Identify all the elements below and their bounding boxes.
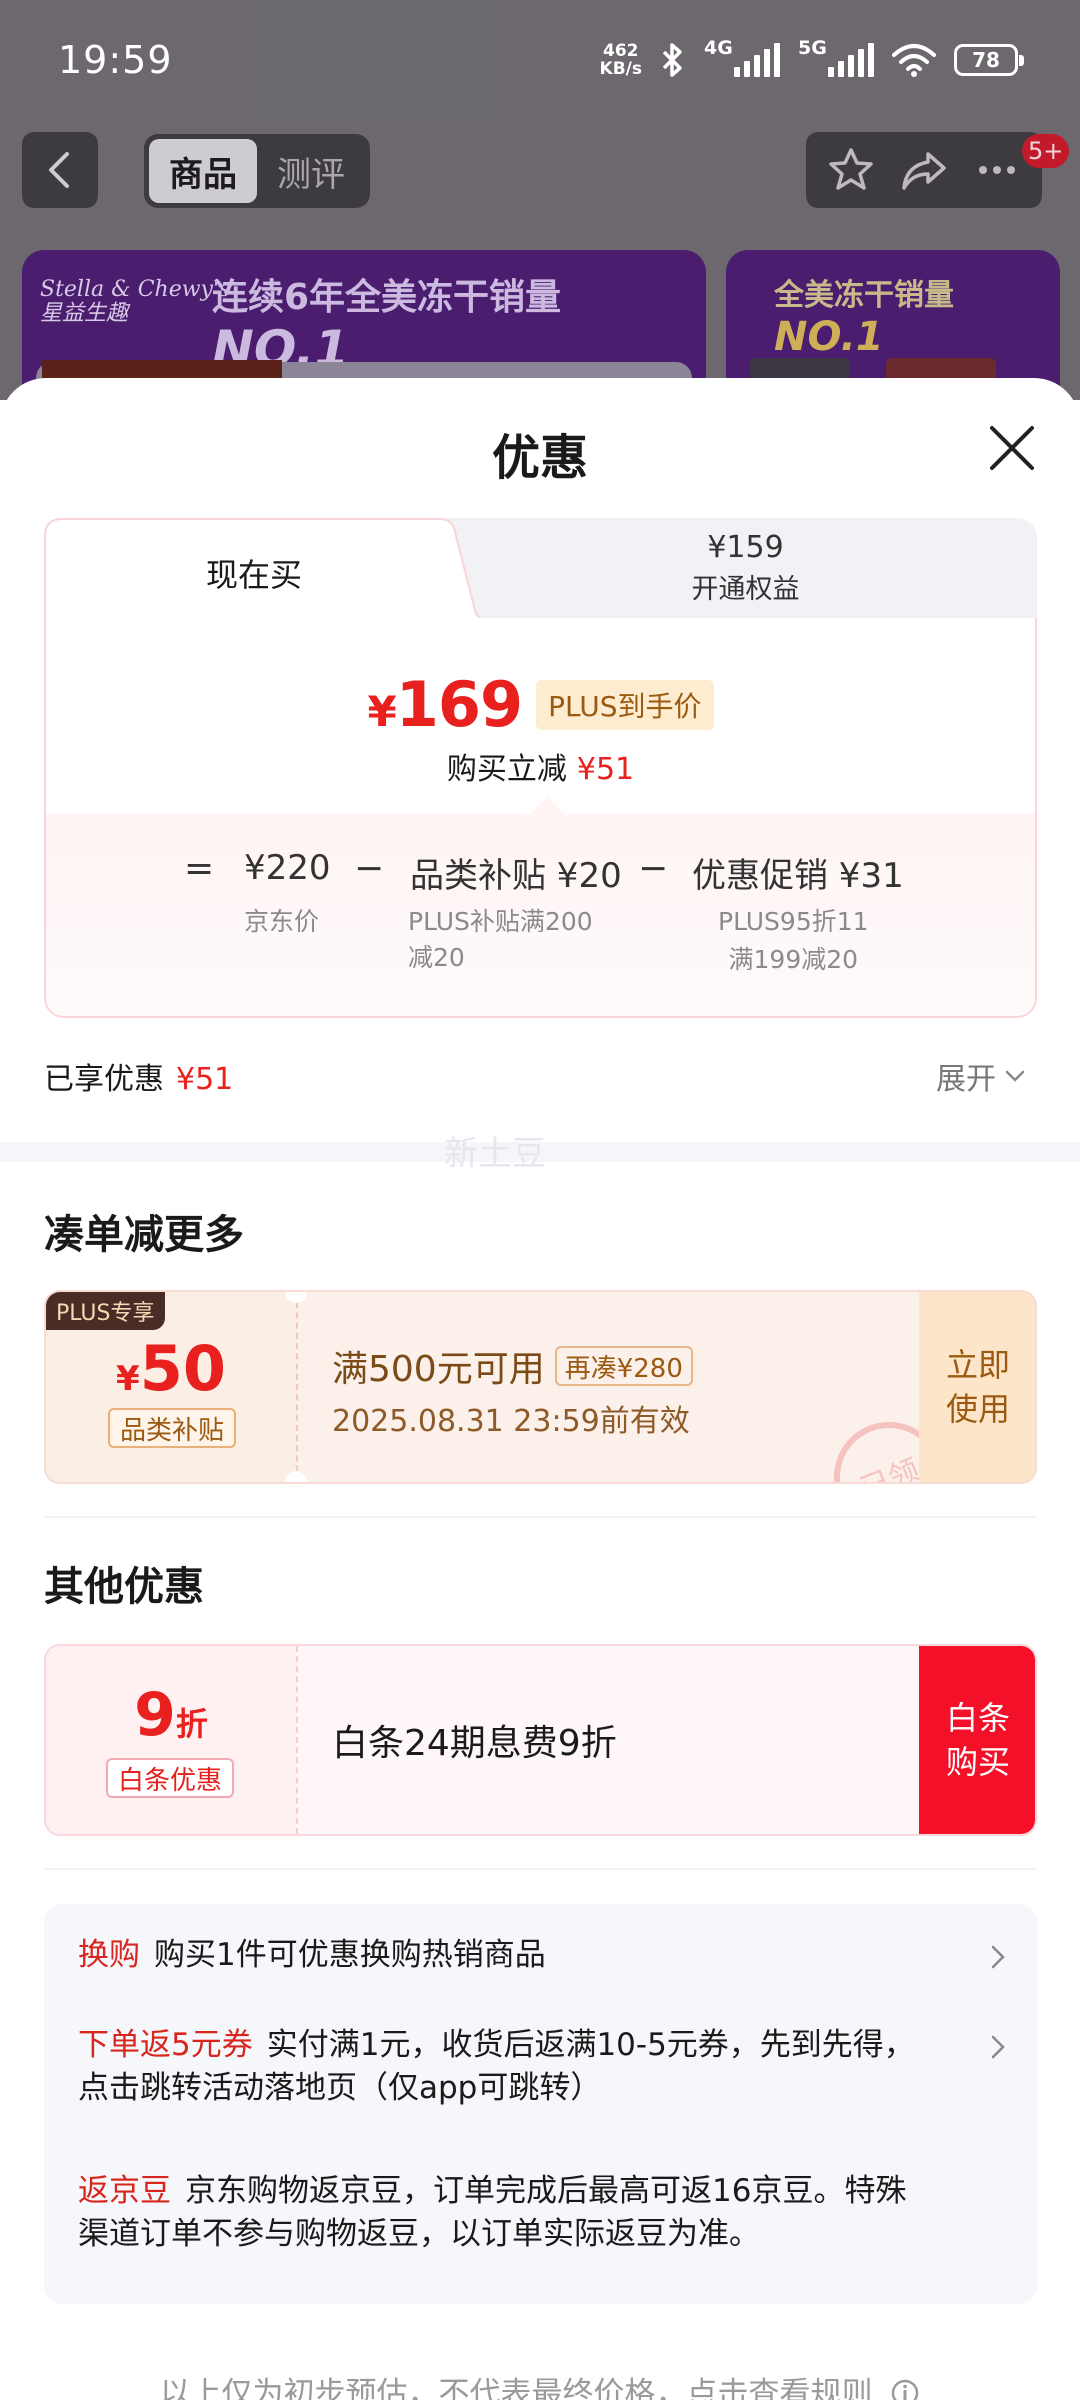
tab-buy-now[interactable]: 现在买 [44,518,464,628]
bluetooth-icon [662,43,682,77]
baitiao-buy-button[interactable]: 白条 购买 [919,1646,1035,1834]
chevron-right-icon[interactable] [986,1942,1010,1972]
final-price: ¥169 [367,668,523,741]
more-dots-icon[interactable] [971,144,1023,196]
promo-item-coupon-return[interactable]: 下单返5元券 实付满1元，收货后返满10-5元券，先到先得， 点击跳转活动落地页（… [78,2024,978,2110]
share-icon[interactable] [898,144,950,196]
plus-price-tag: PLUS到手价 [536,679,714,730]
chevron-left-icon [49,152,69,188]
category-subsidy-label: PLUS补贴满200 减20 [408,907,593,972]
baitiao-discount-card: 9折 白条优惠 白条24期息费9折 白条 购买 [44,1644,1037,1836]
signal-4g-icon: 4G [704,37,780,77]
tab-plus-price[interactable]: ¥159 开通权益 [454,518,1037,618]
instant-reduce: 购买立减 ¥51 [446,752,635,787]
network-speed: 462 KB/s [599,41,642,79]
baitiao-chip: 白条优惠 [106,1758,235,1798]
enjoyed-discount: 已享优惠 ¥51 [44,1062,234,1097]
plus-exclusive-tag: PLUS专享 [46,1292,165,1330]
coupon-divider [296,1292,298,1482]
favorite-star-icon[interactable] [825,144,877,196]
equals-sign: = [184,848,215,889]
banner-right-slogan: 全美冻干销量NO.1 [774,278,954,360]
section-separator [44,1868,1037,1870]
use-now-button[interactable]: 立即 使用 [919,1292,1035,1482]
promotion-value: 优惠促销 ¥31 [692,856,904,896]
minus-sign: − [354,848,385,889]
category-subsidy-value: 品类补贴 ¥20 [410,856,622,896]
card-divider [296,1646,298,1834]
price-formula: = ¥220 − 品类补贴 ¥20 − 优惠促销 ¥31 [46,844,1035,904]
product-header: 商品 测评 [0,132,1080,212]
expand-button[interactable]: 展开 [936,1054,1026,1098]
coupon-valid-until: 2025.08.31 23:59前有效 [332,1404,690,1439]
back-button[interactable] [22,132,98,208]
minus-sign: − [638,848,669,889]
plus-coupon: PLUS专享 ¥50 品类补贴 满500元可用 再凑¥280 2025.08.3… [44,1290,1037,1484]
wifi-icon [892,44,936,77]
watermark: 新土豆 [444,1134,546,1174]
price-card-body: ¥169 PLUS到手价 购买立减 ¥51 = ¥220 − 品类补贴 ¥20 −… [44,618,1037,1018]
price-breakdown-card: ¥159 开通权益 现在买 ¥169 PLUS到手价 购买立减 ¥51 = ¥22… [44,518,1037,1018]
final-price-row: ¥169 PLUS到手价 [46,668,1035,741]
tab-product[interactable]: 商品 [149,139,257,203]
sheet-title: 优惠 [491,430,588,486]
category-subsidy-chip: 品类补贴 [108,1408,237,1448]
info-icon [892,2379,919,2400]
section-separator [44,1516,1037,1518]
close-icon[interactable] [982,418,1042,478]
other-section-title: 其他优惠 [44,1564,204,1610]
discount-sheet: 优惠 ¥159 开通权益 现在买 ¥169 PLUS到手价 购买立减 ¥51 =… [0,378,1080,2400]
tab-review[interactable]: 测评 [257,139,365,203]
base-price-value: ¥220 [244,848,331,888]
promo-item-trade-in[interactable]: 换购 购买1件可优惠换购热销商品 [78,1934,978,1977]
discount-rate: 9折 [134,1680,208,1750]
coupon-amount: ¥50 [116,1332,226,1405]
signal-5g-icon: 5G [798,37,874,77]
base-price-label: 京东价 [244,907,320,936]
promotion-label: PLUS95折11 满199减20 [718,907,869,974]
product-tabs: 商品 测评 [144,134,370,208]
brand-logo: Stella & Chewy's 星益生趣 [40,277,231,326]
status-bar: 19:59 462 KB/s 4G 5G 78 [0,0,1080,130]
promotion-list: 换购 购买1件可优惠换购热销商品 下单返5元券 实付满1元，收货后返满10-5元券，… [44,1904,1037,2304]
message-badge: 5+ [1022,134,1070,168]
price-disclaimer[interactable]: 以上仅为初步预估，不代表最终价格，点击查看规则 [0,2368,1080,2400]
chevron-right-icon[interactable] [986,2032,1010,2062]
battery-icon: 78 [954,44,1024,76]
more-needed-chip: 再凑¥280 [554,1346,693,1386]
status-time: 19:59 [58,38,173,82]
header-actions [806,132,1042,208]
promo-item-jd-beans: 返京豆 京东购物返京豆，订单完成后最高可返16京豆。特殊 渠道订单不参与购物返豆，… [78,2173,907,2252]
more-section-title: 凑单减更多 [44,1212,244,1258]
chevron-down-icon [1005,1070,1025,1082]
baitiao-offer-text: 白条24期息费9折 [332,1723,617,1764]
coupon-condition: 满500元可用 再凑¥280 [332,1340,693,1392]
